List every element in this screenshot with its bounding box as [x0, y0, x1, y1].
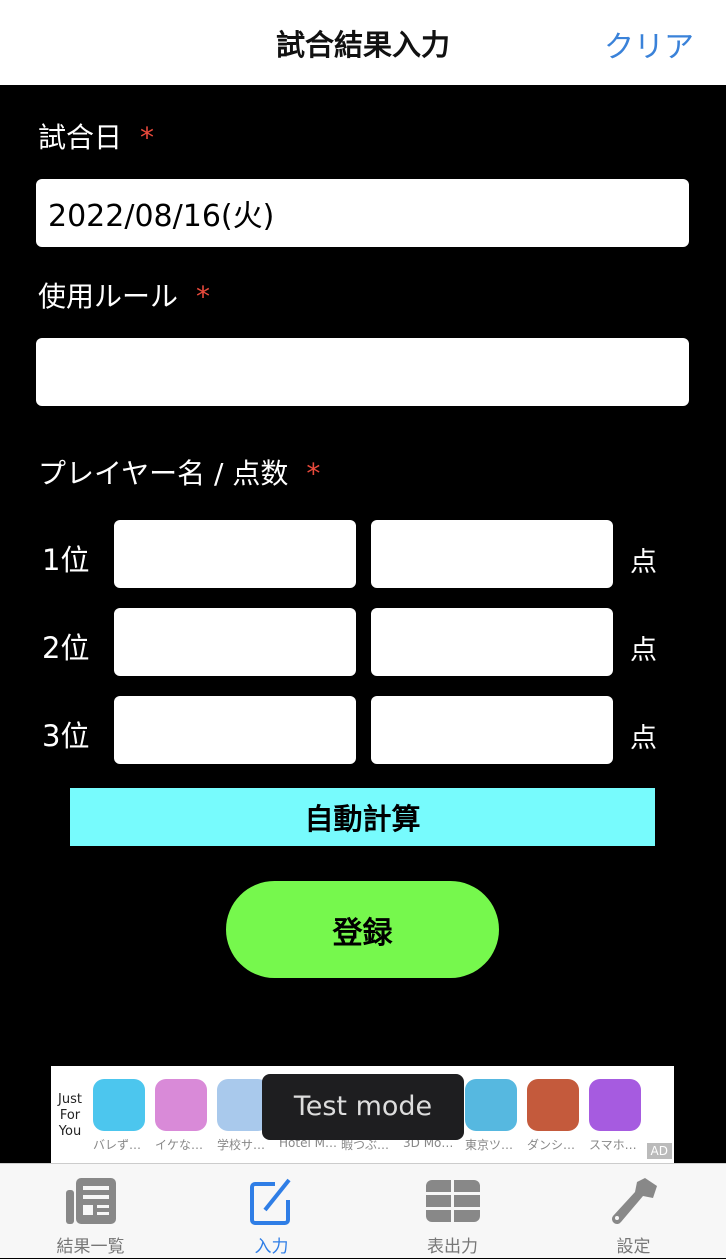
app-name: イケな… [155, 1138, 204, 1152]
edit-icon [249, 1178, 291, 1225]
app-name: 東京ツ… [465, 1138, 514, 1152]
point-unit-label: 点 [630, 635, 657, 666]
wrench-icon [611, 1178, 657, 1224]
app-name: バレず… [93, 1138, 142, 1152]
player-name-field[interactable] [114, 696, 356, 764]
ad-app-item[interactable]: スマホ… [589, 1079, 643, 1153]
app-name: スマホ… [589, 1138, 637, 1152]
tab-bar: 結果一覧 入力 表出力 設定 [0, 1163, 726, 1258]
app-icon [589, 1079, 641, 1131]
ad-app-item[interactable]: ダンシ… [527, 1079, 581, 1153]
app-name: ダンシ… [527, 1138, 576, 1152]
player-name-field[interactable] [114, 608, 356, 676]
rule-label: 使用ルール * [38, 280, 211, 313]
table-icon [425, 1180, 480, 1222]
player-score-field[interactable] [371, 696, 613, 764]
auto-calc-button[interactable]: 自動計算 [70, 788, 655, 846]
ad-app-item[interactable]: 東京ツ… [465, 1079, 519, 1153]
tab-label: 表出力 [427, 1237, 478, 1257]
player-score-field[interactable] [371, 520, 613, 588]
app-name: 学校サ… [217, 1138, 266, 1152]
app-icon [527, 1079, 579, 1131]
player-name-field[interactable] [114, 520, 356, 588]
app-icon [155, 1079, 207, 1131]
tab-results[interactable]: 結果一覧 [0, 1164, 181, 1259]
newspaper-icon [65, 1178, 116, 1224]
app-icon [93, 1079, 145, 1131]
ad-heading: Just For You [58, 1092, 82, 1139]
rule-field[interactable] [36, 338, 689, 406]
player-score-field[interactable] [371, 608, 613, 676]
ad-badge: AD [646, 1143, 672, 1159]
ad-app-item[interactable]: バレず… [93, 1079, 147, 1153]
point-unit-label: 点 [630, 723, 657, 754]
players-label: プレイヤー名 / 点数 * [38, 457, 321, 490]
tab-label: 入力 [254, 1237, 289, 1257]
tab-label: 結果一覧 [56, 1237, 125, 1257]
app-icon [465, 1079, 517, 1131]
date-label: 試合日 * [38, 121, 155, 154]
clear-button[interactable]: クリア [604, 22, 694, 66]
rank-label: 3位 [42, 719, 90, 753]
tab-export[interactable]: 表出力 [362, 1164, 543, 1259]
rank-label: 1位 [42, 543, 90, 577]
navigation-bar: 試合結果入力 クリア [0, 0, 726, 85]
tab-settings[interactable]: 設定 [543, 1164, 724, 1259]
register-button[interactable]: 登録 [226, 881, 499, 978]
tab-label: 設定 [616, 1237, 651, 1257]
tab-input[interactable]: 入力 [181, 1164, 362, 1259]
test-mode-toast: Test mode [262, 1074, 464, 1140]
point-unit-label: 点 [630, 547, 657, 578]
ad-app-item[interactable]: イケな… [155, 1079, 209, 1153]
rank-label: 2位 [42, 631, 90, 665]
date-field[interactable] [36, 179, 689, 247]
